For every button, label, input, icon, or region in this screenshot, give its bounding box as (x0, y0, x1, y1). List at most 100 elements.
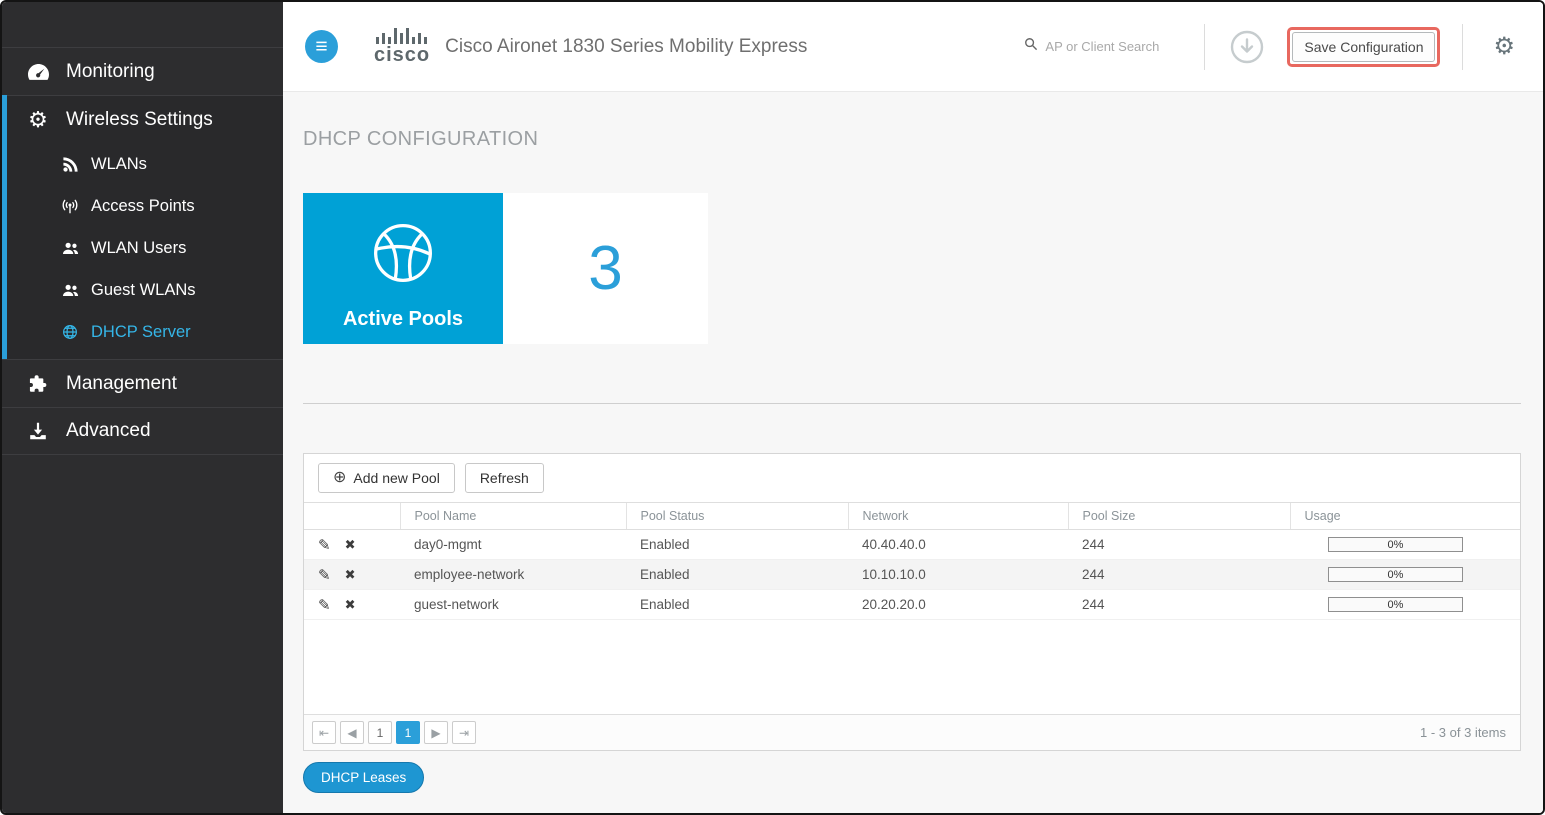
settings-gear-icon[interactable]: ⚙ (1493, 35, 1515, 59)
edit-pool-icon[interactable]: ✎ (318, 536, 331, 554)
basketball-icon (368, 218, 438, 293)
column-header-actions (304, 503, 400, 530)
dhcp-pools-table: Pool Name Pool Status Network Pool Size … (304, 502, 1520, 620)
sidebar-item-guest-wlans[interactable]: Guest WLANs (7, 269, 283, 311)
table-header-row: Pool Name Pool Status Network Pool Size … (304, 503, 1520, 530)
sidebar-item-label: WLAN Users (91, 239, 186, 258)
sidebar-item-label: Guest WLANs (91, 281, 196, 300)
hamburger-icon: ≡ (315, 35, 327, 59)
sidebar-item-label: WLANs (91, 155, 147, 174)
section-divider (303, 403, 1521, 404)
cell-pool-size: 244 (1068, 530, 1290, 560)
current-page-button[interactable]: 1 (396, 721, 420, 744)
sidebar-item-wlans[interactable]: WLANs (7, 143, 283, 185)
page-title: DHCP CONFIGURATION (303, 128, 1521, 151)
tile-label: Active Pools (343, 308, 463, 331)
refresh-label: Refresh (480, 470, 529, 486)
usage-progress-bar: 0% (1328, 567, 1463, 582)
save-configuration-highlight: Save Configuration (1287, 27, 1440, 67)
top-header: ≡ cisco (283, 2, 1543, 92)
table-row: ✎ ✖ employee-network Enabled 10.10.10.0 … (304, 560, 1520, 590)
cell-pool-name: day0-mgmt (400, 530, 626, 560)
plus-circle-icon: ⊕ (333, 470, 346, 486)
sidebar-item-wireless-settings[interactable]: ⚙ Wireless Settings (7, 95, 283, 143)
pagination-info: 1 - 3 of 3 items (1420, 725, 1506, 740)
column-header-pool-status: Pool Status (626, 503, 848, 530)
usage-progress-bar: 0% (1328, 597, 1463, 612)
search-input[interactable] (1045, 39, 1180, 54)
dhcp-pools-panel: ⊕ Add new Pool Refresh (303, 453, 1521, 751)
cell-network: 40.40.40.0 (848, 530, 1068, 560)
column-header-pool-size: Pool Size (1068, 503, 1290, 530)
search-box (1024, 37, 1180, 56)
delete-pool-icon[interactable]: ✖ (345, 537, 356, 553)
pools-toolbar: ⊕ Add new Pool Refresh (304, 454, 1520, 502)
cisco-logo-bars (376, 28, 428, 44)
sidebar-top-padding (2, 2, 283, 47)
save-configuration-button[interactable]: Save Configuration (1292, 32, 1435, 62)
header-divider (1462, 24, 1463, 70)
sidebar-item-management[interactable]: Management (2, 359, 283, 407)
sidebar-item-label: Access Points (91, 197, 195, 216)
download-circle-icon[interactable] (1229, 29, 1265, 65)
sidebar-item-access-points[interactable]: Access Points (7, 185, 283, 227)
main-area: ≡ cisco (283, 2, 1543, 813)
content-area: DHCP CONFIGURATION Active Pools 3 ⊕ (283, 92, 1543, 813)
cell-pool-size: 244 (1068, 560, 1290, 590)
first-page-button[interactable]: ⇤ (312, 721, 336, 744)
refresh-button[interactable]: Refresh (465, 463, 544, 493)
cisco-logo: cisco (374, 28, 430, 65)
globe-icon (60, 323, 80, 341)
table-row: ✎ ✖ day0-mgmt Enabled 40.40.40.0 244 0% (304, 530, 1520, 560)
cell-pool-name: employee-network (400, 560, 626, 590)
cell-network: 20.20.20.0 (848, 590, 1068, 620)
table-empty-space (304, 620, 1520, 714)
delete-pool-icon[interactable]: ✖ (345, 567, 356, 583)
page-number-input[interactable]: 1 (368, 721, 392, 744)
add-new-pool-label: Add new Pool (353, 470, 439, 486)
gauge-icon (25, 61, 51, 83)
active-pools-tile[interactable]: Active Pools (303, 193, 503, 344)
next-page-button[interactable]: ▶ (424, 721, 448, 744)
dhcp-leases-button[interactable]: DHCP Leases (303, 762, 424, 793)
puzzle-icon (25, 373, 51, 395)
header-divider (1204, 24, 1205, 70)
gear-icon: ⚙ (25, 109, 51, 131)
users-icon (60, 282, 80, 299)
active-pools-count: 3 (588, 233, 622, 304)
column-header-network: Network (848, 503, 1068, 530)
sidebar-item-wlan-users[interactable]: WLAN Users (7, 227, 283, 269)
rss-icon (60, 156, 80, 173)
edit-pool-icon[interactable]: ✎ (318, 566, 331, 584)
sidebar-item-advanced[interactable]: Advanced (2, 407, 283, 455)
menu-toggle-button[interactable]: ≡ (305, 30, 338, 63)
antenna-icon (60, 197, 80, 215)
sidebar-item-label: DHCP Server (91, 323, 191, 342)
cell-pool-status: Enabled (626, 530, 848, 560)
sidebar-item-label: Monitoring (66, 61, 155, 83)
sidebar-item-label: Wireless Settings (66, 109, 213, 131)
download-tray-icon (25, 420, 51, 442)
column-header-pool-name: Pool Name (400, 503, 626, 530)
delete-pool-icon[interactable]: ✖ (345, 597, 356, 613)
summary-tiles: Active Pools 3 (303, 193, 1521, 344)
sidebar-item-dhcp-server[interactable]: DHCP Server (7, 311, 283, 353)
last-page-button[interactable]: ⇥ (452, 721, 476, 744)
cell-network: 10.10.10.0 (848, 560, 1068, 590)
add-new-pool-button[interactable]: ⊕ Add new Pool (318, 463, 455, 493)
table-pagination: ⇤ ◀ 1 1 ▶ ⇥ 1 - 3 of 3 items (304, 714, 1520, 750)
sidebar-group-wireless-settings: ⚙ Wireless Settings WLANs Access Points (2, 95, 283, 359)
previous-page-button[interactable]: ◀ (340, 721, 364, 744)
users-icon (60, 240, 80, 257)
usage-progress-bar: 0% (1328, 537, 1463, 552)
app-title: Cisco Aironet 1830 Series Mobility Expre… (445, 36, 807, 58)
active-pools-count-tile: 3 (503, 193, 708, 344)
sidebar-item-label: Advanced (66, 420, 151, 442)
edit-pool-icon[interactable]: ✎ (318, 596, 331, 614)
cell-pool-status: Enabled (626, 560, 848, 590)
cell-pool-name: guest-network (400, 590, 626, 620)
cell-pool-size: 244 (1068, 590, 1290, 620)
search-icon (1024, 37, 1038, 56)
sidebar-item-monitoring[interactable]: Monitoring (2, 47, 283, 95)
app-window: Monitoring ⚙ Wireless Settings WLANs Acc… (0, 0, 1545, 815)
